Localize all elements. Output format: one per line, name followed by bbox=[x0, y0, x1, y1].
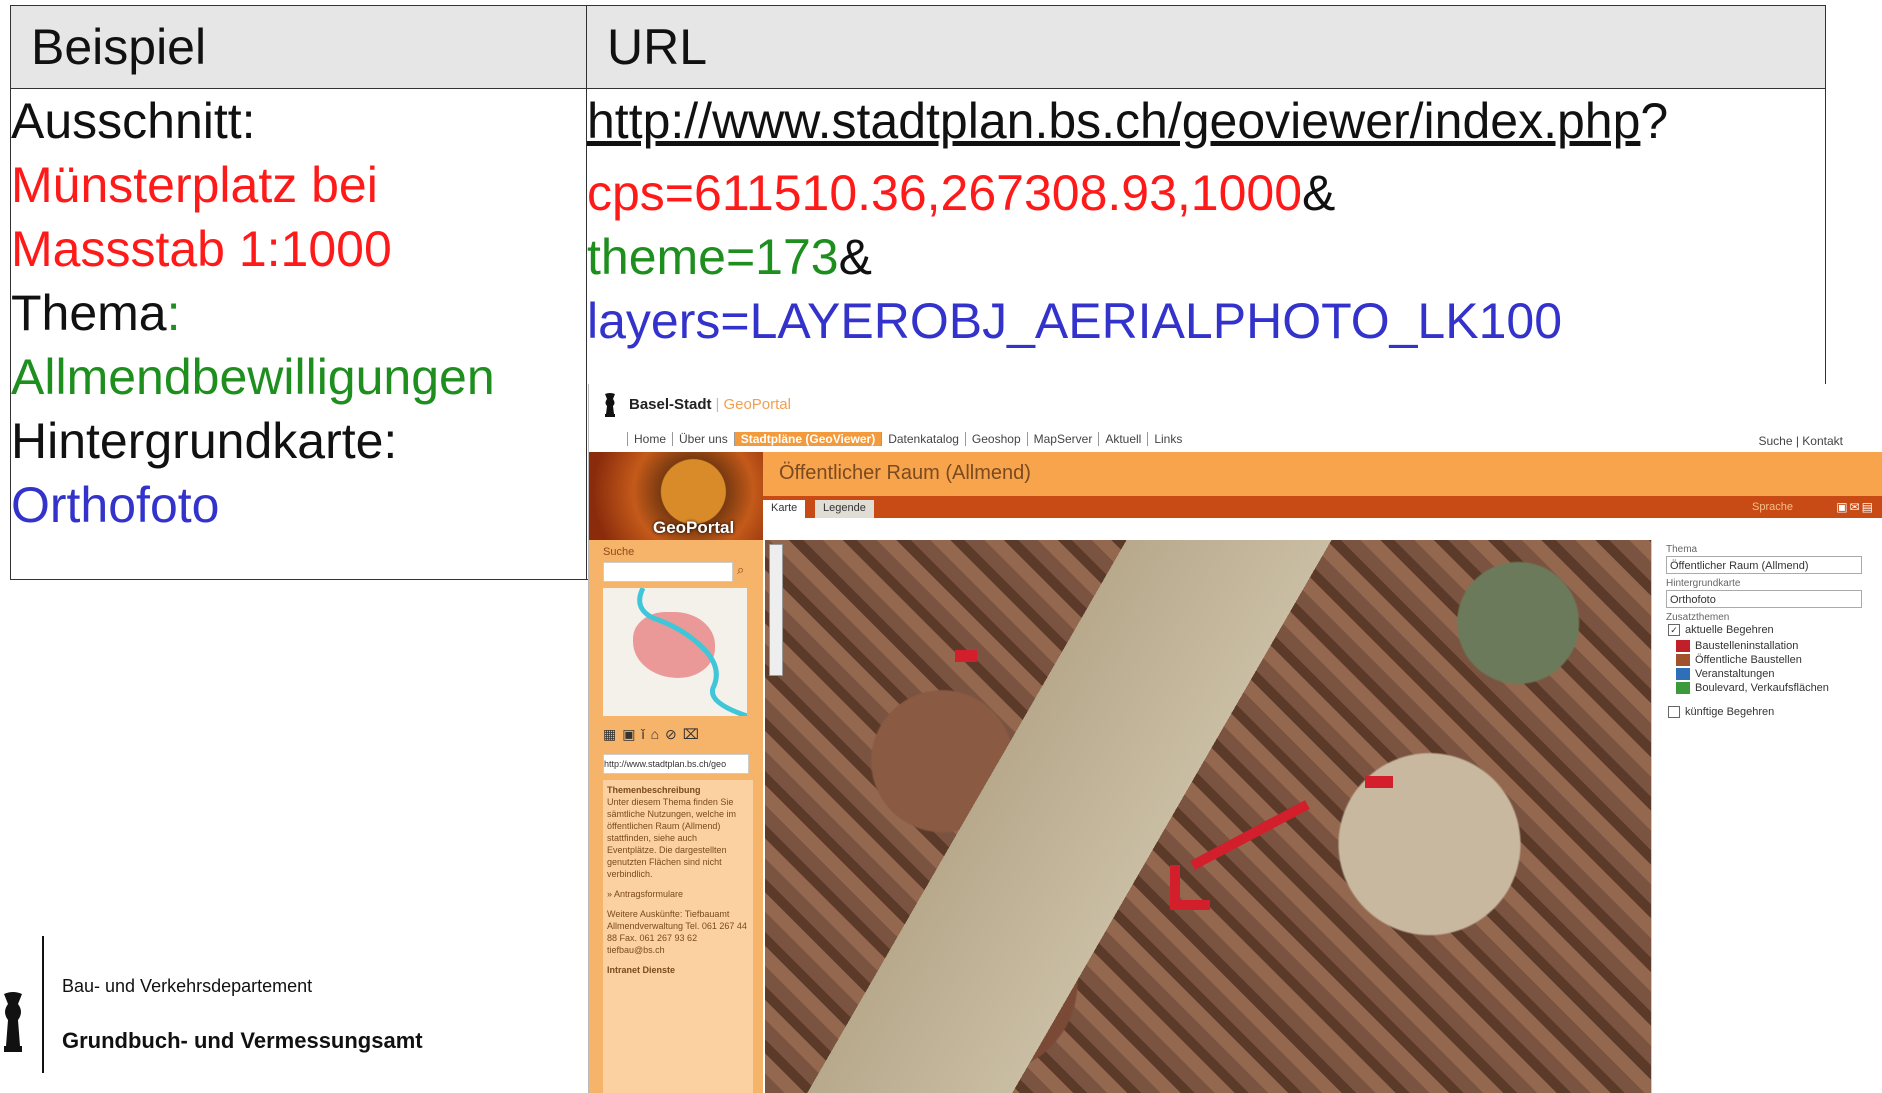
amp-2: & bbox=[838, 229, 872, 285]
param-theme-line: theme=173& bbox=[587, 225, 1825, 289]
nav-item-mapserver[interactable]: MapServer bbox=[1026, 432, 1099, 446]
zoom-slider[interactable] bbox=[769, 544, 783, 676]
geoportal-topbar: Basel-Stadt | GeoPortal bbox=[589, 384, 1882, 428]
legend-hintergrund-label: Hintergrundkarte bbox=[1666, 578, 1741, 589]
header-beispiel: Beispiel bbox=[10, 5, 587, 89]
hintergrund-label: Hintergrundkarte: bbox=[11, 413, 398, 469]
footer-office: Grundbuch- und Vermessungsamt bbox=[62, 1028, 423, 1053]
param-theme: theme=173 bbox=[587, 229, 839, 285]
map-area-marker[interactable] bbox=[1365, 776, 1393, 788]
brand-suffix: GeoPortal bbox=[723, 396, 791, 413]
theme-description: Themenbeschreibung Unter diesem Thema fi… bbox=[603, 780, 753, 1093]
overview-map[interactable] bbox=[603, 588, 747, 716]
nav-item-stadtplaene[interactable]: Stadtpläne (GeoViewer) bbox=[733, 432, 882, 446]
geoportal-logo-label: GeoPortal bbox=[653, 518, 735, 537]
param-cps: cps=611510.36,267308.93,1000 bbox=[587, 165, 1303, 221]
thema-colon: : bbox=[166, 285, 181, 341]
legend-item-label: Öffentliche Baustellen bbox=[1695, 654, 1802, 666]
nav-item-ueber-uns[interactable]: Über uns bbox=[672, 432, 734, 446]
legend-item-label: Veranstaltungen bbox=[1695, 668, 1775, 680]
desc-footer: Intranet Dienste bbox=[607, 965, 676, 975]
map-tabbar: Karte Legende Sprache ▣✉▤ bbox=[589, 496, 1882, 518]
param-layers: layers=LAYEROBJ_AERIALPHOTO_LK100 bbox=[587, 293, 1562, 349]
tab-legende[interactable]: Legende bbox=[815, 500, 874, 518]
legend-group-kuenftig[interactable]: künftige Begehren bbox=[1668, 706, 1774, 718]
thema-label: Thema bbox=[11, 285, 167, 341]
search-icon[interactable]: ⌕ bbox=[737, 562, 744, 578]
map-area-marker[interactable] bbox=[955, 650, 977, 662]
print-mail-icons[interactable]: ▣✉▤ bbox=[1836, 500, 1875, 514]
baselstab-logo-icon bbox=[4, 992, 22, 1052]
param-cps-line: cps=611510.36,267308.93,1000& bbox=[587, 161, 1825, 225]
amp-1: & bbox=[1302, 165, 1336, 221]
ausschnitt-value-line1: Münsterplatz bei bbox=[11, 157, 378, 213]
baselstab-small-icon bbox=[605, 393, 615, 417]
ausschnitt-label: Ausschnitt: bbox=[11, 93, 256, 149]
url-base-line: http://www.stadtplan.bs.ch/geoviewer/ind… bbox=[587, 89, 1825, 153]
thema-line: Thema: bbox=[11, 281, 586, 345]
legend-item-label: Boulevard, Verkaufsflächen bbox=[1695, 682, 1829, 694]
geoportal-screenshot: Basel-Stadt | GeoPortal Home Über uns Stad… bbox=[588, 384, 1882, 1093]
thema-select[interactable]: Öffentlicher Raum (Allmend) bbox=[1666, 556, 1862, 574]
legend-item: Veranstaltungen bbox=[1676, 668, 1775, 680]
nav-right-links[interactable]: Suche | Kontakt bbox=[1758, 434, 1843, 448]
legend-group-kuenftig-label: künftige Begehren bbox=[1685, 706, 1775, 718]
ausschnitt-value-line2: Massstab 1:1000 bbox=[11, 221, 392, 277]
tab-karte[interactable]: Karte bbox=[763, 500, 806, 518]
desc-title: Themenbeschreibung bbox=[607, 785, 701, 795]
legend-item-label: Baustelleninstallation bbox=[1695, 640, 1799, 652]
footer-department: Bau- und Verkehrsdepartement bbox=[62, 976, 313, 996]
nav-items: Home Über uns Stadtpläne (GeoViewer) Dat… bbox=[627, 432, 1188, 446]
aerial-map[interactable] bbox=[765, 540, 1651, 1093]
url-question: ? bbox=[1640, 93, 1669, 149]
nav-item-geoshop[interactable]: Geoshop bbox=[964, 432, 1027, 446]
desc-text: Unter diesem Thema finden Sie sämtliche … bbox=[607, 797, 737, 879]
example-cell: Ausschnitt: Münsterplatz bei Massstab 1:… bbox=[10, 88, 587, 580]
search-label: Suche bbox=[603, 546, 635, 558]
nav-item-datenkatalog[interactable]: Datenkatalog bbox=[881, 432, 965, 446]
checkbox-kuenftig[interactable] bbox=[1668, 706, 1680, 718]
map-tool-icons[interactable]: ▦▣ǐ⌂⊘⌧ bbox=[603, 726, 705, 743]
legend-pane: Thema Öffentlicher Raum (Allmend) Hinter… bbox=[1651, 540, 1882, 1093]
map-area-marker[interactable] bbox=[1170, 900, 1210, 910]
map-area-marker[interactable] bbox=[1190, 800, 1310, 870]
legend-group-aktuell[interactable]: ✓ aktuelle Begehren bbox=[1668, 624, 1774, 636]
legend-item: Boulevard, Verkaufsflächen bbox=[1676, 682, 1829, 694]
legend-item: Baustelleninstallation bbox=[1676, 640, 1798, 652]
legend-zusatz-label: Zusatzthemen bbox=[1666, 612, 1730, 623]
sprache-link[interactable]: Sprache bbox=[1752, 501, 1793, 513]
legend-swatch bbox=[1676, 682, 1690, 694]
nav-item-home[interactable]: Home bbox=[627, 432, 672, 446]
nav-item-aktuell[interactable]: Aktuell bbox=[1098, 432, 1147, 446]
overview-river bbox=[637, 588, 747, 716]
legend-swatch bbox=[1676, 668, 1690, 680]
hintergrund-value: Orthofoto bbox=[11, 477, 220, 533]
left-sidebar: Suche ⌕ ▦▣ǐ⌂⊘⌧ http://www.stadtplan.bs.c… bbox=[589, 540, 763, 1093]
brand-name: Basel-Stadt bbox=[629, 396, 712, 413]
hintergrund-select[interactable]: Orthofoto bbox=[1666, 590, 1862, 608]
legend-group-aktuell-label: aktuelle Begehren bbox=[1685, 624, 1774, 636]
desc-contact: Weitere Auskünfte: Tiefbauamt Allmendver… bbox=[607, 909, 747, 955]
geoportal-navbar: Home Über uns Stadtpläne (GeoViewer) Dat… bbox=[589, 428, 1882, 453]
page-title: Öffentlicher Raum (Allmend) bbox=[779, 462, 1031, 484]
legend-thema-label: Thema bbox=[1666, 544, 1698, 555]
legend-item: Öffentliche Baustellen bbox=[1676, 654, 1802, 666]
geoportal-brand: Basel-Stadt | GeoPortal bbox=[629, 396, 791, 413]
mouse-cursor-icon: ➤ bbox=[1051, 516, 1065, 533]
permalink-field[interactable]: http://www.stadtplan.bs.ch/geo bbox=[603, 754, 749, 774]
thema-value: Allmendbewilligungen bbox=[11, 349, 495, 405]
nav-item-links[interactable]: Links bbox=[1147, 432, 1188, 446]
header-url: URL bbox=[586, 5, 1826, 89]
legend-swatch bbox=[1676, 640, 1690, 652]
search-input[interactable] bbox=[603, 562, 733, 582]
brand-separator: | bbox=[715, 396, 720, 413]
desc-link[interactable]: » Antragsformulare bbox=[607, 888, 749, 900]
table-header-row: Beispiel URL bbox=[10, 5, 1826, 89]
footer-divider bbox=[42, 936, 44, 1073]
page-banner: Öffentlicher Raum (Allmend) bbox=[589, 452, 1882, 496]
legend-swatch bbox=[1676, 654, 1690, 666]
url-base-link[interactable]: http://www.stadtplan.bs.ch/geoviewer/ind… bbox=[587, 93, 1640, 149]
checkbox-aktuell[interactable]: ✓ bbox=[1668, 624, 1680, 636]
